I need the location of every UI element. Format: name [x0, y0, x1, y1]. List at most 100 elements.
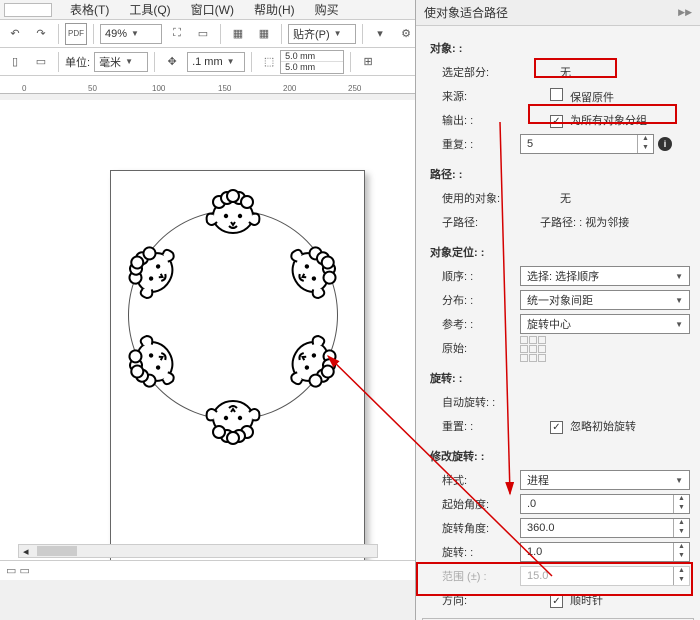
orig-grid-icon[interactable]: [520, 335, 690, 362]
info-icon[interactable]: i: [658, 137, 672, 151]
menu-help[interactable]: 帮助(H): [244, 1, 305, 18]
duplicate-offset-icon: ⬚: [258, 51, 280, 73]
dup-y: 5.0 mm: [285, 62, 315, 72]
unit-combo[interactable]: 毫米 ▼: [94, 52, 148, 72]
keep-original-checkbox[interactable]: [550, 88, 563, 101]
ref-label: 参考: :: [430, 316, 520, 332]
cw-checkbox[interactable]: ✓: [550, 595, 563, 608]
ref-value: 旋转中心: [527, 316, 571, 332]
range-value: 15.0: [521, 570, 673, 582]
nudge-icon[interactable]: ✥: [161, 51, 183, 73]
chevron-down-icon: ▼: [131, 29, 139, 38]
chevron-down-icon: ▼: [675, 320, 683, 329]
rot-angle-label: 旋转角度:: [430, 520, 520, 536]
page-land-icon[interactable]: ▭: [30, 51, 52, 73]
repeat-input[interactable]: 5▲▼: [520, 134, 654, 154]
style-select[interactable]: 进程 ▼: [520, 470, 690, 490]
group-all-label: 为所有对象分组: [570, 115, 647, 127]
chevron-down-icon: ▼: [334, 29, 342, 38]
style-value: 进程: [527, 472, 549, 488]
group-all-checkbox[interactable]: ✓: [550, 115, 563, 128]
rot-angle-input[interactable]: 360.0▲▼: [520, 518, 690, 538]
nudge-field[interactable]: .1 mm ▼: [187, 52, 245, 72]
redo-icon[interactable]: ↷: [30, 23, 52, 45]
repeat-value: 5: [521, 138, 637, 150]
fit-to-path-panel: 使对象适合路径 ▶▶ 对象: : 选定部分:无 来源: 保留原件 输出: : ✓…: [415, 0, 700, 620]
duplicate-offset-fields[interactable]: 5.0 mm 5.0 mm: [280, 50, 344, 74]
repeat-label: 重复: :: [430, 136, 520, 152]
rot-value: 1.0: [521, 546, 673, 558]
menu-buy[interactable]: 购买: [305, 1, 349, 18]
grid-icon[interactable]: ▦: [227, 23, 249, 45]
style-label: 样式:: [430, 472, 520, 488]
object-section: 对象: :: [430, 40, 462, 56]
selected-value: 无: [520, 64, 690, 80]
scrollbar-horizontal[interactable]: ◂: [18, 544, 378, 558]
menu-tools[interactable]: 工具(Q): [119, 1, 180, 18]
dist-select[interactable]: 统一对象间距 ▼: [520, 290, 690, 310]
order-value: 选择: 选择顺序: [527, 268, 599, 284]
undo-icon[interactable]: ↶: [4, 23, 26, 45]
subpath-label: 子路径:: [430, 214, 520, 230]
rot-input[interactable]: 1.0▲▼: [520, 542, 690, 562]
start-angle-value: .0: [521, 498, 673, 510]
rotate-section: 旋转: :: [430, 370, 462, 386]
cw-label: 顺时针: [570, 595, 603, 607]
align-tool-icon[interactable]: ⊞: [357, 51, 379, 73]
auto-rotate-label: 自动旋转: :: [430, 394, 520, 410]
grid2-icon[interactable]: ▦: [253, 23, 275, 45]
sheep-1[interactable]: [203, 188, 263, 238]
panel-title: 使对象适合路径: [424, 4, 508, 21]
output-label: 输出: :: [430, 112, 520, 128]
dir-label: 方向:: [430, 592, 520, 608]
pdf-icon[interactable]: PDF: [65, 23, 87, 45]
range-input: 15.0▲▼: [520, 566, 690, 586]
ignore-init-checkbox[interactable]: ✓: [550, 421, 563, 434]
dup-x: 5.0 mm: [285, 51, 315, 61]
chevron-down-icon: ▼: [227, 57, 235, 66]
range-label: 范围 (±) :: [430, 568, 520, 584]
menu-window[interactable]: 窗口(W): [181, 1, 244, 18]
path-section: 路径: :: [430, 166, 462, 182]
align-combo[interactable]: 贴齐(P)▼: [288, 24, 356, 44]
canvas[interactable]: ◂ ▭ ▭: [0, 100, 415, 580]
source-label: 来源:: [430, 88, 520, 104]
used-value: 无: [520, 190, 690, 206]
dist-label: 分布: :: [430, 292, 520, 308]
menu-tables[interactable]: 表格(T): [60, 1, 119, 18]
rot-angle-value: 360.0: [521, 522, 673, 534]
zoom-combo[interactable]: 49% ▼: [100, 24, 162, 44]
unit-label: 单位:: [65, 54, 90, 70]
keep-original-label: 保留原件: [570, 92, 614, 104]
ignore-init-label: 忽略初始旋转: [570, 421, 636, 433]
options-icon[interactable]: ⚙: [395, 23, 417, 45]
view-full-icon[interactable]: ⛶: [166, 23, 188, 45]
ref-select[interactable]: 旋转中心 ▼: [520, 314, 690, 334]
file-tab[interactable]: [4, 3, 52, 17]
zoom-value: 49%: [105, 28, 127, 40]
used-label: 使用的对象:: [430, 190, 520, 206]
dist-value: 统一对象间距: [527, 292, 593, 308]
page-icon[interactable]: ▯: [4, 51, 26, 73]
chevron-down-icon: ▼: [675, 296, 683, 305]
status-bar: ▭ ▭: [0, 560, 415, 580]
start-angle-input[interactable]: .0▲▼: [520, 494, 690, 514]
dropdown-icon[interactable]: ▾: [369, 23, 391, 45]
unit-value: 毫米: [99, 54, 121, 70]
order-label: 顺序: :: [430, 268, 520, 284]
chevron-down-icon: ▼: [675, 476, 683, 485]
sheep-4[interactable]: [203, 396, 263, 446]
mod-section: 修改旋转: :: [430, 448, 484, 464]
selected-label: 选定部分:: [430, 64, 520, 80]
orig-label: 原始:: [430, 340, 520, 356]
position-section: 对象定位: :: [430, 244, 484, 260]
panel-expand-icon[interactable]: ▶▶: [678, 7, 692, 18]
start-angle-label: 起始角度:: [430, 496, 520, 512]
chevron-down-icon: ▼: [675, 272, 683, 281]
nudge-value: .1 mm: [192, 56, 223, 68]
chevron-down-icon: ▼: [125, 57, 133, 66]
subpath-value: 子路径: : 视为邻接: [520, 214, 690, 230]
rot-label: 旋转: :: [430, 544, 520, 560]
view-fit-icon[interactable]: ▭: [192, 23, 214, 45]
order-select[interactable]: 选择: 选择顺序 ▼: [520, 266, 690, 286]
